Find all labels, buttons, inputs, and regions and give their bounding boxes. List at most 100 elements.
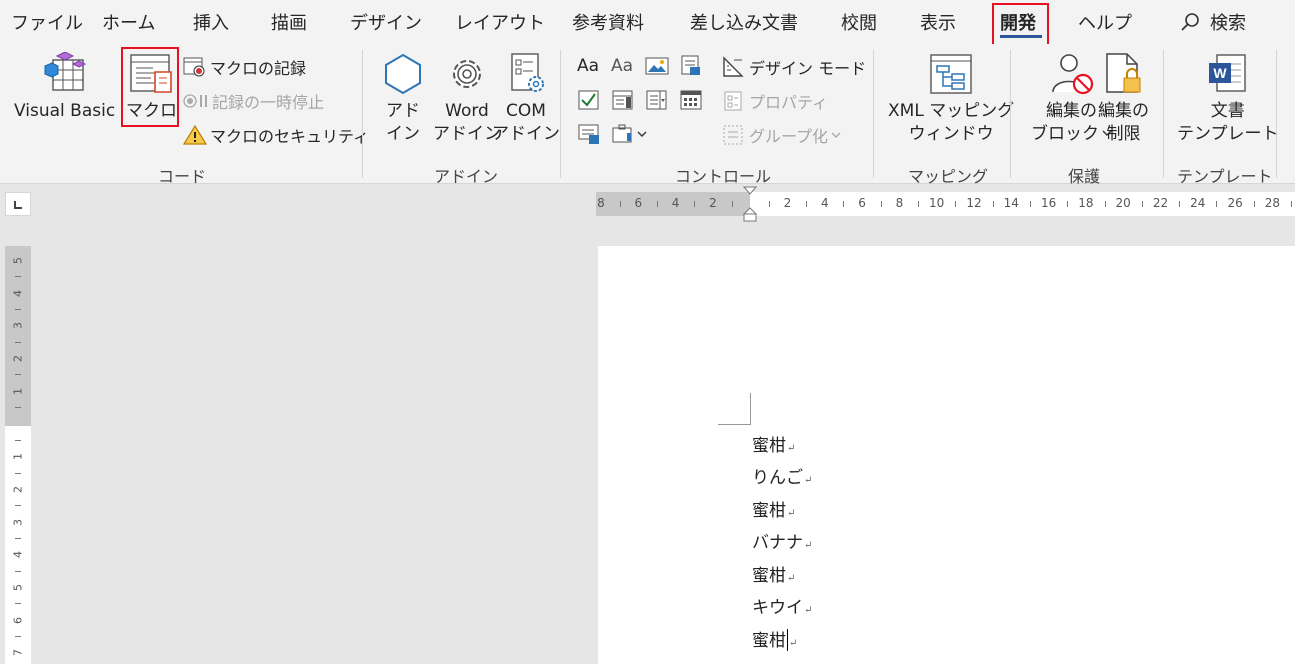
group-label-controls: コントロール: [675, 167, 772, 186]
macro-button[interactable]: マクロ: [126, 52, 177, 123]
tab-developer[interactable]: 開発: [1000, 9, 1036, 35]
ruler-tick: [15, 374, 21, 376]
tab-review[interactable]: 校閲: [841, 9, 877, 35]
ruler-number: 6: [634, 196, 643, 210]
combobox-control[interactable]: [611, 89, 635, 115]
ruler-number: 14: [1003, 196, 1019, 210]
record-macro-button[interactable]: マクロの記録: [183, 55, 306, 79]
design-mode-button[interactable]: デザイン モード: [722, 55, 866, 79]
text-cursor: [787, 629, 788, 651]
combobox-icon: [612, 90, 633, 110]
record-macro-label: マクロの記録: [210, 59, 307, 78]
restrict-editing-button[interactable]: 編集の 制限: [1098, 52, 1149, 146]
document-template-label-1: 文書: [1210, 101, 1245, 121]
com-addin-label-2: アドイン: [492, 124, 560, 144]
indent-marker[interactable]: [743, 186, 757, 222]
com-addin-icon: [511, 53, 544, 92]
ruler-tick: [15, 407, 21, 409]
group-label-protect: 保護: [1068, 167, 1101, 186]
addin-label-1: アド: [386, 101, 420, 121]
ruler-tick: [15, 472, 21, 474]
document-page[interactable]: [598, 246, 1295, 664]
rich-text-control[interactable]: Aa: [577, 56, 599, 76]
paragraph-mark: ↵: [804, 605, 813, 616]
com-addin-button[interactable]: COM アドイン: [492, 52, 560, 146]
date-picker-control[interactable]: [679, 89, 703, 115]
ruler-number: 6: [11, 616, 25, 624]
tab-home[interactable]: ホーム: [102, 9, 155, 35]
horizontal-ruler[interactable]: 8 6 4 2 2 4 6 8 10 12 14 16 18 20 22 24 26 28: [596, 192, 1295, 216]
ruler-number: 4: [11, 289, 25, 297]
ruler-tick: [1104, 201, 1106, 207]
document-template-label-2: テンプレート: [1177, 124, 1279, 144]
ribbon: Visual Basic マクロ マクロの記録 記録の一時停止 マクロのセキュリ…: [0, 44, 1295, 186]
ruler-number: 12: [966, 196, 982, 210]
paragraph-mark: ↵: [787, 508, 796, 519]
group-divider: [1010, 50, 1011, 178]
ruler-tick: [1067, 201, 1069, 207]
document-line[interactable]: 蜜柑↵: [752, 431, 795, 456]
picture-icon: [645, 57, 669, 75]
legacy-tools-button[interactable]: [611, 123, 647, 145]
properties-button[interactable]: プロパティ: [722, 89, 828, 113]
group-divider: [362, 50, 363, 178]
xml-mapping-pane-button[interactable]: XML マッピング ウィンドウ: [888, 52, 1014, 146]
ruler-number: 4: [820, 196, 829, 210]
tab-draw[interactable]: 描画: [271, 9, 307, 35]
tab-insert[interactable]: 挿入: [193, 9, 229, 35]
design-mode-icon: [723, 56, 744, 77]
checkbox-control[interactable]: [577, 89, 601, 115]
ruler-number: 20: [1115, 196, 1131, 210]
document-line[interactable]: バナナ↵: [752, 528, 812, 553]
vertical-ruler[interactable]: 5 4 3 2 1 1 2 3 4 5 6 7: [5, 246, 31, 664]
ruler-number: 10: [929, 196, 945, 210]
tab-mailings[interactable]: 差し込み文書: [690, 9, 798, 35]
ruler-tick: [694, 201, 696, 207]
group-button[interactable]: グループ化: [722, 123, 841, 147]
visual-basic-button[interactable]: Visual Basic: [14, 52, 115, 123]
ruler-tick: [992, 201, 994, 207]
xml-mapping-label-1: XML マッピング: [888, 101, 1015, 121]
ruler-tick: [15, 537, 21, 539]
word-addin-label-2: アドイン: [433, 124, 501, 144]
group-divider: [873, 50, 874, 178]
pause-recording-button[interactable]: 記録の一時停止: [183, 89, 324, 113]
block-authors-icon: [1051, 54, 1093, 95]
ruler-tick: [806, 201, 808, 207]
document-line[interactable]: 蜜柑↵: [752, 561, 795, 586]
document-template-button[interactable]: W 文書 テンプレート: [1177, 52, 1279, 146]
chevron-down-icon: [831, 132, 841, 138]
restrict-editing-icon: [1105, 53, 1140, 93]
tab-view[interactable]: 表示: [920, 9, 956, 35]
ruler-tick: [843, 201, 845, 207]
macro-security-button[interactable]: マクロのセキュリティ: [183, 123, 369, 147]
search-box[interactable]: 検索: [1180, 9, 1246, 35]
chevron-down-icon: [637, 131, 647, 137]
tab-help[interactable]: ヘルプ: [1078, 9, 1132, 35]
repeating-section-control[interactable]: [577, 123, 601, 149]
document-line[interactable]: 蜜柑↵: [752, 496, 795, 521]
calendar-icon: [680, 90, 702, 110]
pause-icon: [183, 94, 207, 108]
addin-hexagon-icon: [385, 53, 421, 95]
ruler-tick: [880, 201, 882, 207]
tab-design[interactable]: デザイン: [350, 9, 422, 35]
group-label: グループ化: [749, 127, 829, 146]
word-addin-button[interactable]: Word アドイン: [433, 52, 501, 146]
building-block-control[interactable]: [679, 55, 703, 81]
tab-layout[interactable]: レイアウト: [455, 9, 545, 35]
document-line[interactable]: りんご↵: [752, 463, 812, 488]
ruler-tick: [15, 603, 21, 605]
picture-control[interactable]: [645, 55, 669, 81]
group-divider: [560, 50, 561, 178]
tab-stop-selector[interactable]: [5, 192, 31, 216]
addin-button[interactable]: アド イン: [380, 52, 426, 146]
dropdown-list-control[interactable]: [645, 89, 669, 115]
ruler-tick: [1291, 201, 1293, 207]
macro-security-label: マクロのセキュリティ: [210, 127, 370, 146]
tab-file[interactable]: ファイル: [11, 9, 83, 35]
plain-text-control[interactable]: Aa: [611, 56, 633, 76]
tab-references[interactable]: 参考資料: [572, 9, 644, 35]
document-line[interactable]: 蜜柑↵: [752, 626, 797, 651]
document-line[interactable]: キウイ↵: [752, 593, 812, 618]
